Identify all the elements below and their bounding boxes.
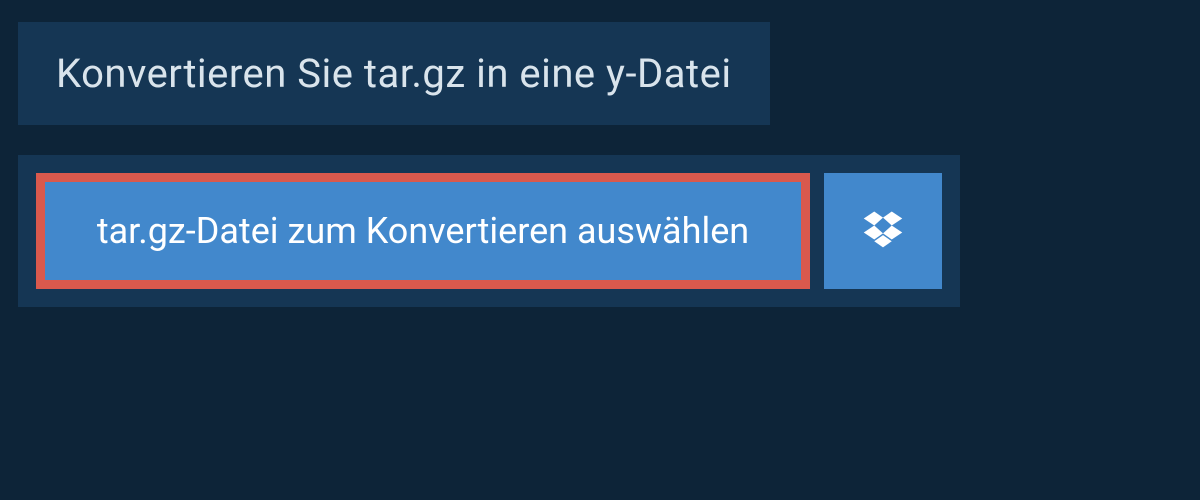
page-title: Konvertieren Sie tar.gz in eine y-Datei: [56, 50, 732, 97]
select-file-button[interactable]: tar.gz-Datei zum Konvertieren auswählen: [36, 173, 810, 289]
dropbox-button[interactable]: [824, 173, 942, 289]
select-file-label: tar.gz-Datei zum Konvertieren auswählen: [97, 210, 749, 252]
dropbox-icon: [862, 208, 904, 254]
converter-container: Konvertieren Sie tar.gz in eine y-Datei …: [0, 0, 1200, 307]
heading-box: Konvertieren Sie tar.gz in eine y-Datei: [18, 22, 770, 125]
upload-panel: tar.gz-Datei zum Konvertieren auswählen: [18, 155, 960, 307]
